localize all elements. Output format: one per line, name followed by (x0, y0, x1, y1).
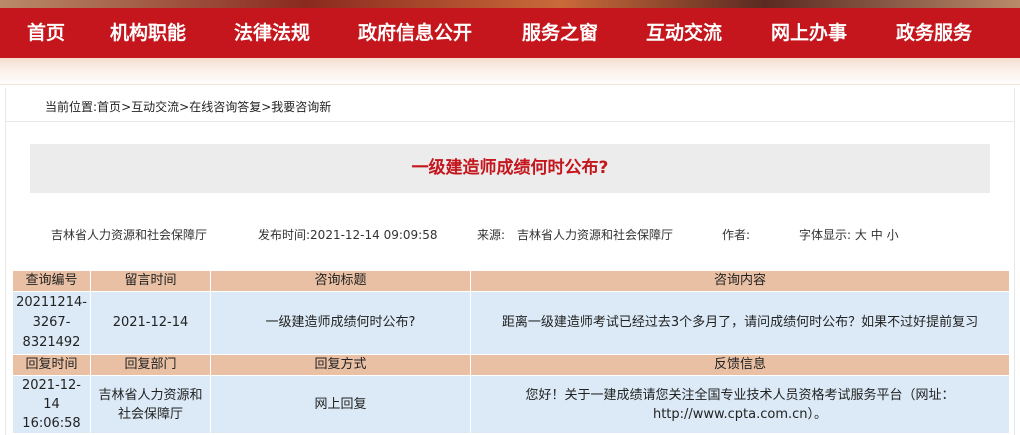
nav-item-service-window[interactable]: 服务之窗 (522, 8, 598, 58)
header-feedback: 反馈信息 (470, 354, 1010, 376)
content-frame-left (5, 88, 6, 435)
article-title: 一级建造师成绩何时公布? (411, 158, 609, 178)
breadcrumb-separator: > (179, 100, 190, 114)
source-label: 来源: (477, 228, 506, 242)
header-reply-method: 回复方式 (210, 354, 471, 376)
nav-item-interaction[interactable]: 互动交流 (646, 8, 722, 58)
query-id: 20211214-3267-8321492 (12, 291, 91, 355)
header-consult-title: 咨询标题 (210, 270, 471, 292)
divider (6, 121, 1014, 122)
header-message-time: 留言时间 (90, 270, 211, 292)
consult-table: 查询编号 留言时间 咨询标题 咨询内容 20211214-3267-832149… (12, 270, 1010, 434)
header-consult-content: 咨询内容 (470, 270, 1010, 292)
font-size-small[interactable]: 小 (887, 228, 899, 242)
breadcrumb-interaction[interactable]: 互动交流 (131, 100, 179, 114)
header-banner-strip (0, 0, 1020, 8)
reply-time: 2021-12-14 16:06:58 (12, 375, 91, 434)
nav-item-home[interactable]: 首页 (27, 8, 65, 58)
publish-time: 发布时间:2021-12-14 09:09:58 (258, 228, 438, 242)
breadcrumb-separator: > (261, 100, 272, 114)
reply-header-row: 回复时间 回复部门 回复方式 反馈信息 (12, 354, 1010, 376)
main-nav: 首页 机构职能 法律法规 政府信息公开 服务之窗 互动交流 网上办事 政务服务 (0, 8, 1020, 58)
feedback-text: 您好！关于一建成绩请您关注全国专业技术人员资格考试服务平台（网址：http://… (470, 375, 1010, 434)
breadcrumb-prefix: 当前位置: (45, 100, 98, 114)
reply-data-row: 2021-12-14 16:06:58 吉林省人力资源和社会保障厅 网上回复 您… (12, 375, 1010, 434)
message-time: 2021-12-14 (90, 291, 211, 355)
nav-item-info-disclosure[interactable]: 政府信息公开 (358, 8, 472, 58)
header-reply-dept: 回复部门 (90, 354, 211, 376)
consult-header-row: 查询编号 留言时间 咨询标题 咨询内容 (12, 270, 1010, 292)
header-query-id: 查询编号 (12, 270, 91, 292)
consult-content: 距离一级建造师考试已经过去3个多月了，请问成绩何时公布？如果不过好提前复习 (470, 291, 1010, 355)
consult-title: 一级建造师成绩何时公布? (210, 291, 471, 355)
font-size-large[interactable]: 大 (855, 228, 867, 242)
breadcrumb-online-reply[interactable]: 在线咨询答复 (189, 100, 261, 114)
reply-dept: 吉林省人力资源和社会保障厅 (90, 375, 211, 434)
content-frame-right (1014, 88, 1015, 435)
nav-shadow-band (0, 58, 1020, 86)
nav-item-laws[interactable]: 法律法规 (234, 8, 310, 58)
source-value: 吉林省人力资源和社会保障厅 (517, 228, 674, 242)
nav-item-online-service[interactable]: 网上办事 (771, 8, 847, 58)
font-size-medium[interactable]: 中 (871, 228, 883, 242)
reply-method: 网上回复 (210, 375, 471, 434)
article-title-box: 一级建造师成绩何时公布? (30, 144, 990, 193)
breadcrumb-current[interactable]: 我要咨询新 (271, 100, 331, 114)
nav-item-functions[interactable]: 机构职能 (110, 8, 186, 58)
breadcrumb-separator: > (121, 100, 132, 114)
font-size-label: 字体显示: (799, 228, 852, 242)
article-org: 吉林省人力资源和社会保障厅 (51, 228, 208, 242)
breadcrumb: 当前位置:首页>互动交流>在线咨询答复>我要咨询新 (45, 98, 331, 115)
nav-item-gov-service[interactable]: 政务服务 (896, 8, 972, 58)
consult-data-row: 20211214-3267-8321492 2021-12-14 一级建造师成绩… (12, 291, 1010, 355)
font-size-control: 字体显示: 大 中 小 (799, 226, 899, 243)
author-label: 作者: (722, 228, 751, 242)
breadcrumb-home[interactable]: 首页 (97, 100, 121, 114)
divider (0, 84, 1020, 85)
header-reply-time: 回复时间 (12, 354, 91, 376)
